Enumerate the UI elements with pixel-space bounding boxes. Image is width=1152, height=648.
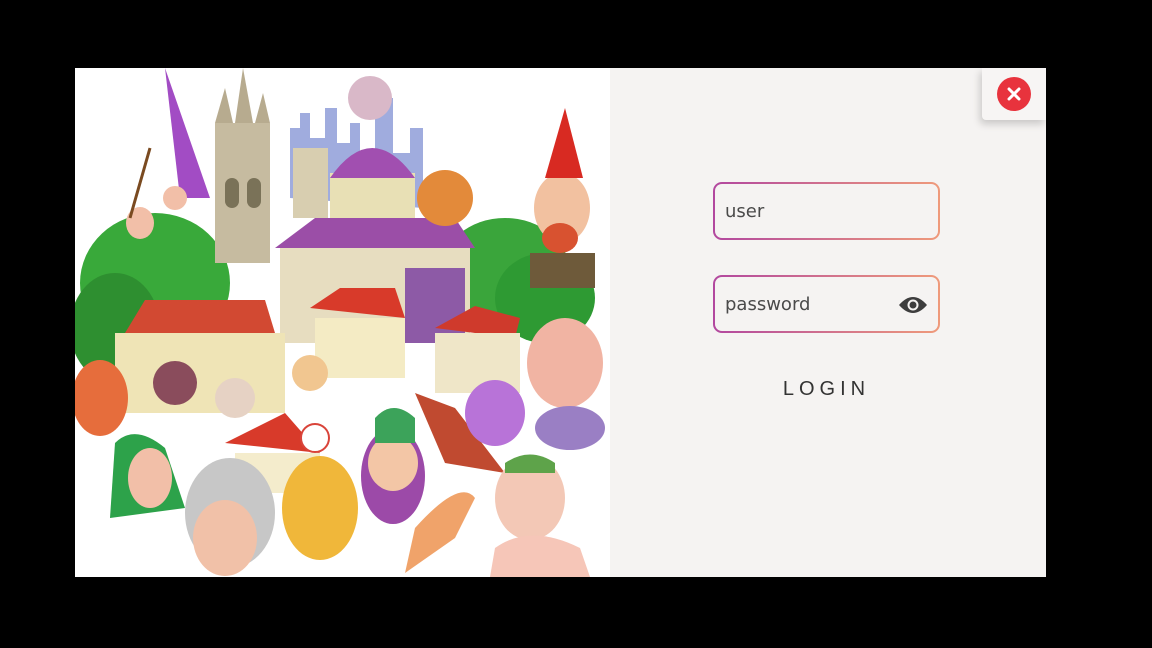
close-icon [1007,87,1021,101]
password-field-wrapper [713,275,940,333]
close-button[interactable] [997,77,1031,111]
username-field-wrapper [713,182,940,240]
login-modal: LOGIN [75,68,1046,577]
eye-icon[interactable] [898,295,928,315]
close-button-container [982,68,1046,120]
town-illustration [75,68,605,577]
username-input[interactable] [715,184,938,238]
login-button[interactable]: LOGIN [713,374,940,404]
illustration-panel [75,68,610,577]
